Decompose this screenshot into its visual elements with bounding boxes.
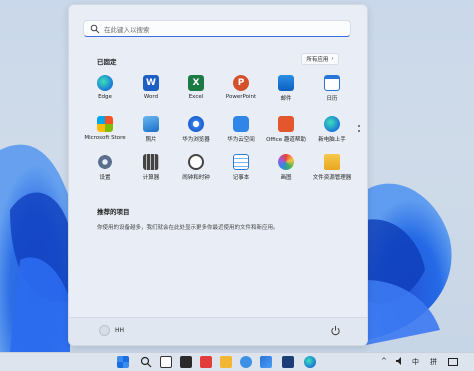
speaker-icon[interactable] [395, 356, 405, 366]
pinned-app-calculator[interactable]: 计算器 [128, 154, 174, 188]
search-placeholder: 在此键入以搜索 [104, 25, 150, 34]
search-icon [90, 24, 100, 33]
powerpoint-icon: P [233, 75, 249, 91]
photos-icon [143, 116, 159, 132]
file-explorer-icon [324, 154, 340, 170]
pinned-app-excel[interactable]: X Excel [173, 75, 219, 109]
alarm-clock-icon [188, 154, 204, 170]
windows-start-icon[interactable] [117, 356, 129, 368]
recommended-text: 你使用的设备越多，我们就会在此处显示更多你最近使用的文件和新应用。 [97, 225, 279, 231]
pinned-app-paint[interactable]: 画图 [263, 154, 309, 188]
ime-indicator[interactable]: 中 [412, 357, 419, 367]
folder-icon[interactable] [220, 356, 232, 368]
app-red-icon[interactable] [200, 356, 212, 368]
start-footer: HH [69, 317, 367, 345]
store-taskbar-icon[interactable] [260, 356, 272, 368]
power-icon[interactable] [330, 325, 341, 336]
paint-icon [278, 154, 294, 170]
all-apps-label: 所有应用 [306, 57, 329, 63]
start-menu: 在此键入以搜索 已固定 所有应用 › Edge W Word X Excel P… [68, 4, 368, 346]
pinned-app-calendar[interactable]: 日历 [309, 75, 355, 109]
excel-icon: X [188, 75, 204, 91]
cloud-icon[interactable] [240, 356, 252, 368]
pinned-app-photos[interactable]: 照片 [128, 116, 174, 150]
taskbar: ^ 中 拼 [0, 352, 474, 371]
settings-icon [97, 154, 113, 170]
notepad-icon [233, 154, 249, 170]
pinned-app-word[interactable]: W Word [128, 75, 174, 109]
pinned-app-file-explorer[interactable]: 文件资源管理器 [309, 154, 355, 188]
page-dots[interactable] [358, 125, 361, 135]
search-taskbar-icon[interactable] [140, 356, 152, 368]
edge-taskbar-icon[interactable] [304, 356, 316, 368]
pinned-app-office-help[interactable]: Office 趣道帮助 [263, 116, 309, 150]
pinned-app-mail[interactable]: 邮件 [263, 75, 309, 109]
pinned-app-edge[interactable]: Edge [82, 75, 128, 109]
chevron-right-icon: › [331, 56, 334, 62]
search-box[interactable]: 在此键入以搜索 [83, 20, 351, 37]
calculator-icon [143, 154, 159, 170]
huawei-browser-icon [188, 116, 204, 132]
calendar-icon [324, 75, 340, 91]
task-view-icon[interactable] [160, 356, 172, 368]
pinned-app-alarm-clock[interactable]: 闹钟和时钟 [173, 154, 219, 188]
pinned-app-new-pc[interactable]: 新电脑上手 [309, 116, 355, 150]
avatar [99, 325, 110, 336]
pinned-app-store[interactable]: Microsoft Store [82, 116, 128, 150]
new-pc-icon [324, 116, 340, 132]
pinned-app-powerpoint[interactable]: P PowerPoint [218, 75, 264, 109]
huawei-cloud-icon [233, 116, 249, 132]
edge-icon [97, 75, 113, 91]
mail-icon [278, 75, 294, 91]
store-icon [97, 116, 113, 132]
pinned-app-huawei-browser[interactable]: 华为浏览器 [173, 116, 219, 150]
office-help-icon [278, 116, 294, 132]
user-account-button[interactable]: HH [99, 325, 124, 336]
widgets-icon[interactable] [180, 356, 192, 368]
app-dark-icon[interactable] [282, 356, 294, 368]
chevron-up-icon[interactable]: ^ [381, 357, 387, 365]
user-name: HH [115, 327, 125, 334]
all-apps-button[interactable]: 所有应用 › [301, 53, 339, 65]
layout-indicator[interactable]: 拼 [430, 357, 437, 367]
pinned-title: 已固定 [97, 58, 117, 66]
notification-icon[interactable] [448, 358, 458, 366]
pinned-app-huawei-cloud[interactable]: 华为云空间 [218, 116, 264, 150]
pinned-app-settings[interactable]: 设置 [82, 154, 128, 188]
word-icon: W [143, 75, 159, 91]
recommended-title: 推荐的项目 [97, 208, 130, 216]
pinned-app-notepad[interactable]: 记事本 [218, 154, 264, 188]
